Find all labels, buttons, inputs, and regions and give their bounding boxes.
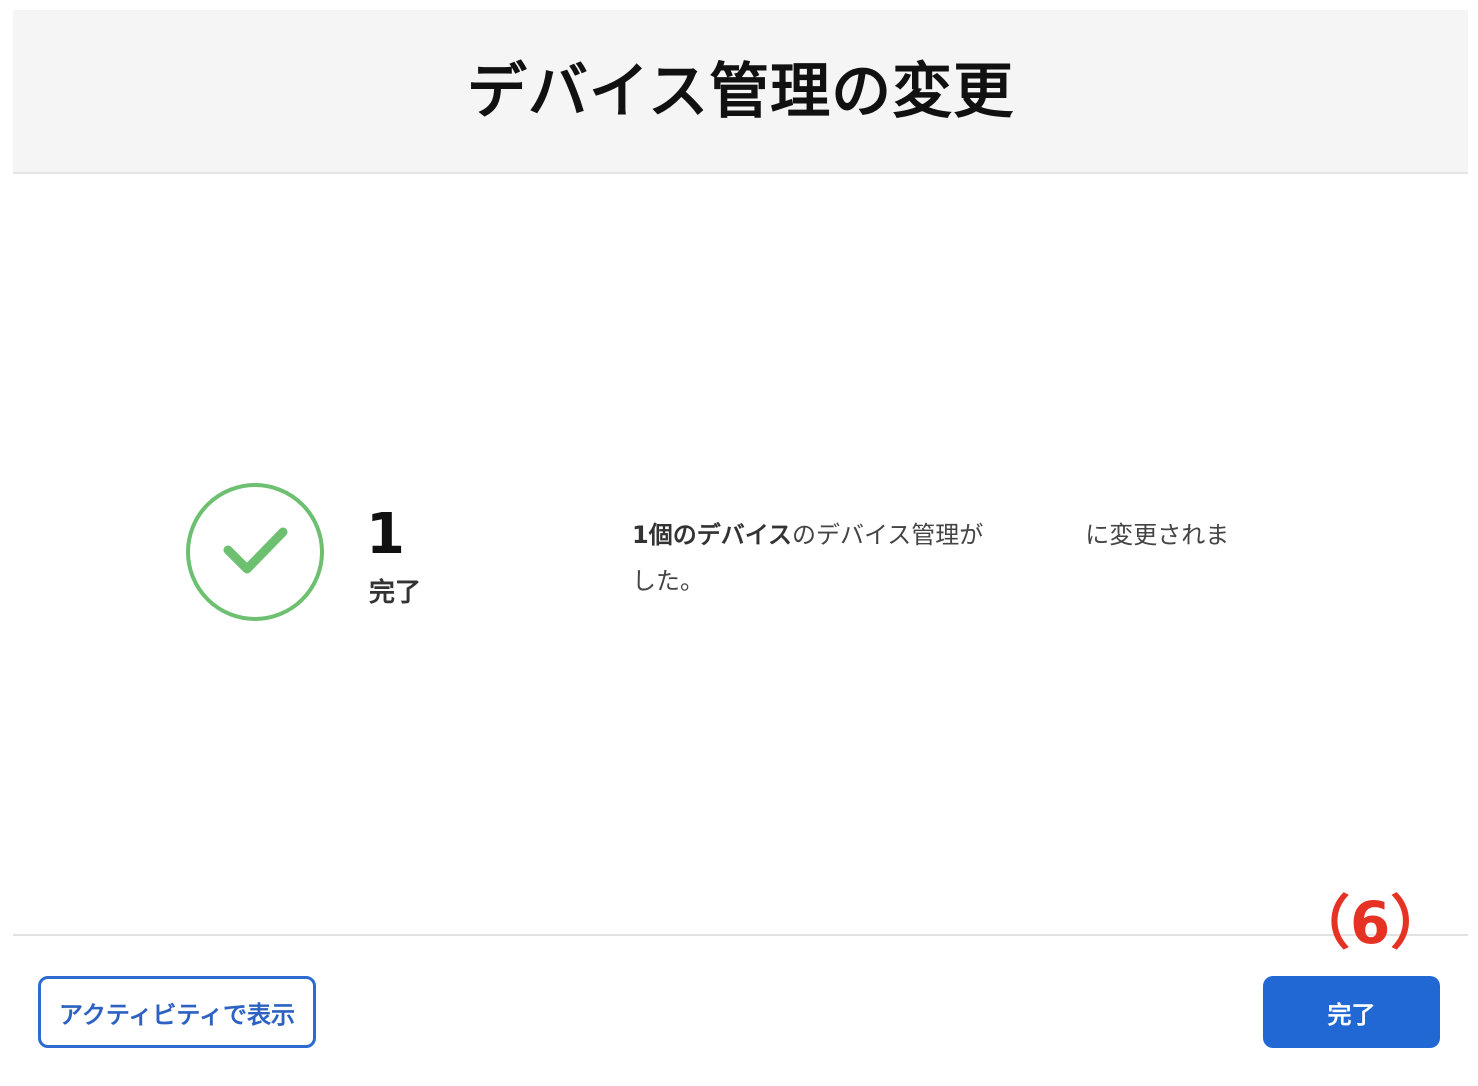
footer-divider — [13, 934, 1468, 936]
completed-label: 完了 — [369, 578, 422, 608]
check-circle-icon — [186, 483, 324, 621]
message-text-part3: した。 — [632, 567, 704, 595]
message-text-part1: のデバイス管理が — [791, 521, 984, 549]
result-message: 1個のデバイスのデバイス管理が に変更されました。 — [632, 512, 1252, 604]
message-bold-device-count: 1個のデバイス — [632, 521, 792, 549]
dialog: デバイス管理の変更 1 完了 1個のデバイスのデバイス管理が に変更されま した。 … — [0, 0, 1478, 1086]
done-button[interactable]: 完了 — [1263, 976, 1440, 1048]
message-text-part2: に変更されま — [1085, 521, 1230, 549]
step-annotation: （6） — [1292, 889, 1449, 957]
completed-count: 1 — [366, 502, 405, 567]
view-activity-button[interactable]: アクティビティで表示 — [38, 976, 316, 1048]
page-title: デバイス管理の変更 — [466, 56, 1015, 127]
dialog-header: デバイス管理の変更 — [13, 10, 1468, 174]
